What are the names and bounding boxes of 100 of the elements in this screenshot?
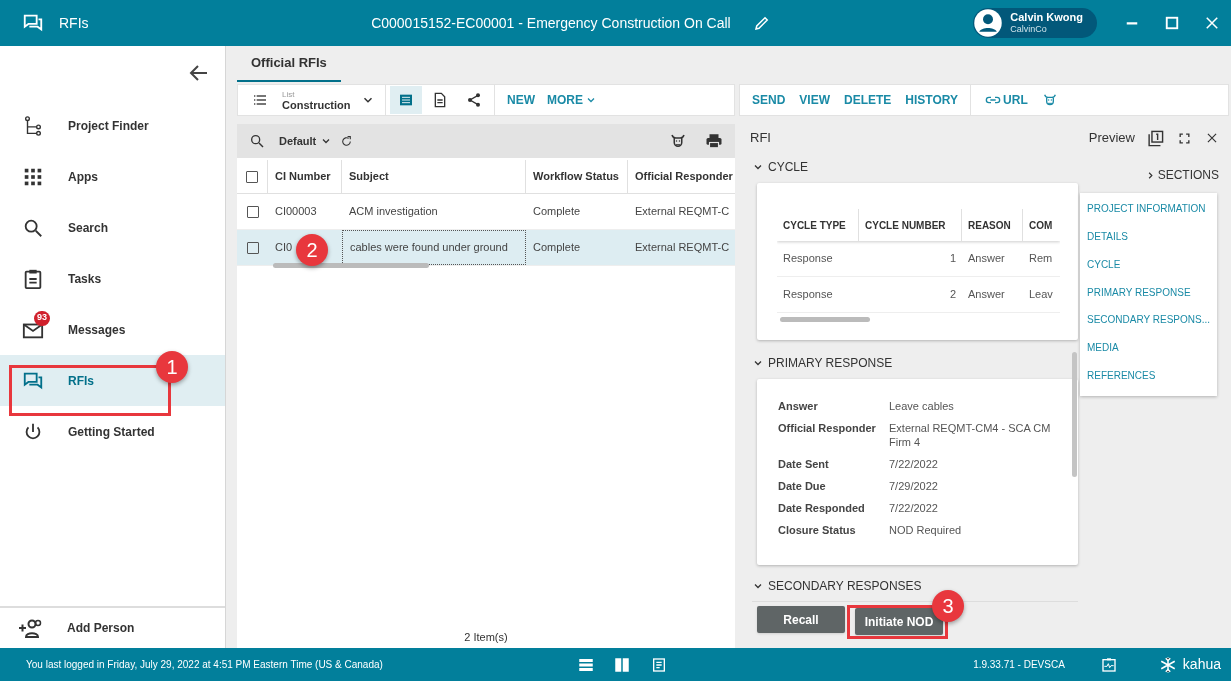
view-toggle-button[interactable] — [390, 86, 422, 114]
section-header[interactable]: SECONDARY RESPONSES — [768, 577, 922, 595]
url-link-button[interactable]: URL — [985, 91, 1028, 109]
table-cell-text: CI00003 — [275, 204, 317, 220]
dropdown-value: Construction — [282, 100, 351, 110]
field-value: 7/29/2022 — [889, 479, 939, 493]
column-header[interactable]: Workflow Status — [526, 160, 628, 193]
chat-icon — [22, 12, 44, 34]
section-link[interactable]: SECONDARY RESPONS... — [1087, 312, 1217, 341]
columns-layout-icon[interactable] — [613, 655, 631, 674]
select-all-checkbox[interactable] — [246, 170, 258, 183]
maximize-icon[interactable] — [1163, 14, 1181, 32]
table-cell-text: Complete — [533, 204, 581, 220]
field-label: Closure Status — [778, 523, 857, 537]
close-icon[interactable] — [1205, 131, 1219, 145]
table-cell-text: Answer — [968, 251, 1005, 267]
refresh-icon[interactable] — [340, 134, 354, 148]
sidebar-item[interactable]: Apps — [0, 151, 225, 202]
recall-button[interactable]: Recall — [757, 606, 845, 633]
user-menu[interactable]: Calvin Kwong CalvinCo — [973, 8, 1097, 38]
table-cell-text: External REQMT-C — [635, 240, 730, 256]
column-header[interactable]: Official Responder — [628, 160, 735, 193]
list-view-icon — [398, 92, 414, 108]
table-cell-text: ACM investigation — [349, 204, 438, 220]
section-link[interactable]: MEDIA — [1087, 340, 1217, 369]
preview-label: Preview — [1088, 129, 1135, 148]
table-cell-text: cables were found under ground — [350, 240, 508, 256]
clipboard-icon — [22, 267, 44, 290]
user-company: CalvinCo — [1010, 23, 1048, 35]
sections-toggle[interactable]: SECTIONS — [1080, 164, 1229, 186]
list-icon — [252, 92, 268, 108]
field-label: Answer — [778, 399, 819, 413]
share-icon — [466, 92, 482, 108]
table-cell-text: Response — [783, 251, 833, 267]
sidebar-item[interactable]: Project Finder — [0, 100, 225, 151]
scrollbar-thumb[interactable] — [1071, 352, 1077, 477]
table-cell-text: Rem — [1029, 251, 1053, 267]
tab[interactable]: Official RFIs — [237, 46, 341, 82]
close-icon[interactable] — [1203, 14, 1221, 32]
status-message: You last logged in Friday, July 29, 2022 at 4:51 PM Eastern Time (US & Canada) — [26, 658, 384, 672]
step-number-badge: 3 — [932, 590, 964, 622]
column-header: CYCLE NUMBER — [859, 209, 962, 241]
new-button[interactable]: NEW — [507, 91, 535, 109]
field-value: NOD Required — [889, 523, 963, 537]
sidebar-item[interactable]: Tasks — [0, 253, 225, 304]
toolbar-button[interactable]: HISTORY — [905, 91, 959, 109]
copy-icon[interactable] — [1147, 129, 1164, 147]
scrollbar-thumb[interactable] — [273, 263, 429, 268]
table-cell-text: External REQMT-C — [635, 204, 730, 220]
column-header: COM — [1028, 218, 1054, 233]
clipboard-pulse-icon[interactable] — [1100, 656, 1117, 673]
view-dropdown[interactable]: Default — [279, 132, 333, 150]
sidebar-item[interactable]: Search — [0, 202, 225, 253]
note-icon[interactable] — [651, 656, 667, 673]
table-cell-text: Complete — [533, 240, 581, 256]
user-name: Calvin Kwong — [1010, 11, 1083, 23]
field-value: Leave cables — [889, 399, 955, 413]
row-checkbox[interactable] — [246, 241, 259, 254]
search-icon[interactable] — [249, 133, 265, 149]
field-value: 7/22/2022 — [889, 457, 939, 471]
toolbar-button[interactable]: VIEW — [799, 91, 830, 109]
tree-icon — [22, 114, 44, 137]
section-header[interactable]: CYCLE — [768, 158, 808, 176]
avatar-icon — [973, 8, 1004, 38]
initiate-nod-button[interactable]: Initiate NOD — [855, 608, 943, 635]
section-link[interactable]: REFERENCES — [1087, 368, 1217, 396]
toolbar-button[interactable]: SEND — [752, 91, 786, 109]
field-label: Date Sent — [778, 457, 830, 471]
window-title: C000015152-EC00001 - Emergency Construction On Call — [371, 13, 731, 33]
cow-icon[interactable] — [669, 132, 687, 150]
sidebar-item[interactable]: Getting Started — [0, 406, 225, 457]
version-label: 1.9.33.71 - DEVSCA — [973, 658, 1065, 672]
section-link[interactable]: CYCLE — [1087, 256, 1217, 285]
table-cell-text: 1 — [949, 251, 956, 267]
field-label: Date Due — [778, 479, 827, 493]
row-checkbox[interactable] — [246, 205, 259, 218]
list-dropdown[interactable]: List Construction — [238, 85, 386, 115]
column-header: CYCLE TYPE — [777, 209, 859, 241]
toolbar-button[interactable]: DELETE — [844, 91, 892, 109]
section-link[interactable]: PROJECT INFORMATION — [1087, 201, 1217, 229]
document-icon — [432, 92, 448, 108]
column-header[interactable]: CI Number — [268, 160, 342, 193]
table-cell-text: CI0 — [275, 240, 293, 256]
more-menu-button[interactable]: MORE — [547, 91, 597, 109]
edit-icon[interactable] — [752, 14, 771, 32]
field-label: Official Responder — [778, 421, 877, 436]
dropdown-caption: List — [282, 90, 296, 100]
field-value: 7/22/2022 — [889, 501, 939, 515]
section-link[interactable]: PRIMARY RESPONSE — [1087, 284, 1217, 313]
column-header[interactable]: Subject — [342, 160, 526, 193]
section-header[interactable]: PRIMARY RESPONSE — [768, 354, 893, 372]
fullscreen-icon[interactable] — [1178, 131, 1191, 145]
column-header: REASON — [962, 209, 1023, 241]
table-cell-text: Answer — [968, 287, 1005, 303]
scrollbar-thumb[interactable] — [780, 317, 870, 322]
section-link[interactable]: DETAILS — [1087, 228, 1217, 257]
print-icon[interactable] — [705, 132, 723, 150]
field-value: External REQMT-CM4 - SCA CM Firm 4 — [889, 421, 1052, 449]
kahua-logo: kahua — [1158, 654, 1221, 675]
table-cell-text: 2 — [949, 287, 956, 303]
